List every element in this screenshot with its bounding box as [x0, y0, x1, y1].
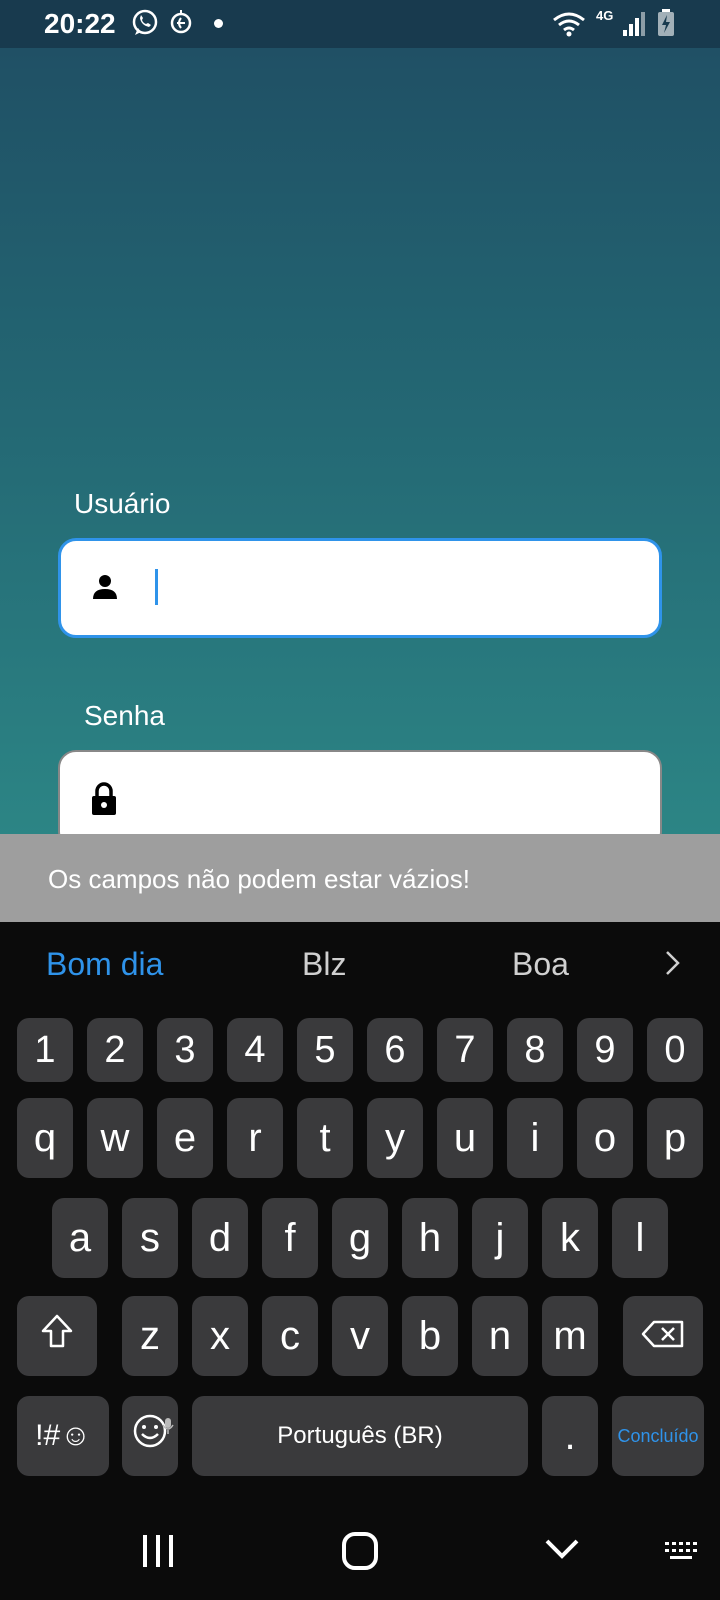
login-screen: 20:22 4G Usuário Senha: [0, 0, 720, 850]
key-w[interactable]: w: [87, 1098, 143, 1178]
signal-icon: [622, 10, 646, 43]
key-7[interactable]: 7: [437, 1018, 493, 1082]
password-label: Senha: [84, 700, 165, 731]
key-s[interactable]: s: [122, 1198, 178, 1278]
key-v[interactable]: v: [332, 1296, 388, 1376]
key-6[interactable]: 6: [367, 1018, 423, 1082]
key-n[interactable]: n: [472, 1296, 528, 1376]
key-m[interactable]: m: [542, 1296, 598, 1376]
keyboard: Bom dia Blz Boa 1 2 3 4 5 6 7 8 9 0 q w …: [0, 922, 720, 1502]
user-label: Usuário: [74, 488, 171, 519]
shift-key[interactable]: [17, 1296, 97, 1376]
key-k[interactable]: k: [542, 1198, 598, 1278]
key-z[interactable]: z: [122, 1296, 178, 1376]
lock-icon: [90, 782, 118, 821]
key-c[interactable]: c: [262, 1296, 318, 1376]
period-key[interactable]: .: [542, 1396, 598, 1476]
done-key[interactable]: Concluído: [612, 1396, 704, 1476]
shift-icon: [40, 1313, 74, 1359]
key-g[interactable]: g: [332, 1198, 388, 1278]
key-3[interactable]: 3: [157, 1018, 213, 1082]
hide-keyboard-icon[interactable]: [544, 1538, 580, 1565]
text-cursor: [155, 569, 158, 605]
vpn-globe-icon: [168, 8, 194, 43]
key-a[interactable]: a: [52, 1198, 108, 1278]
space-key[interactable]: Português (BR): [192, 1396, 528, 1476]
backspace-icon: [640, 1314, 686, 1359]
key-o[interactable]: o: [577, 1098, 633, 1178]
status-time: 20:22: [44, 8, 116, 39]
whatsapp-icon: [130, 8, 160, 43]
suggestion-1[interactable]: Bom dia: [46, 946, 163, 983]
key-d[interactable]: d: [192, 1198, 248, 1278]
key-8[interactable]: 8: [507, 1018, 563, 1082]
key-j[interactable]: j: [472, 1198, 528, 1278]
key-5[interactable]: 5: [297, 1018, 353, 1082]
key-9[interactable]: 9: [577, 1018, 633, 1082]
key-t[interactable]: t: [297, 1098, 353, 1178]
symbols-key[interactable]: !#☺: [17, 1396, 109, 1476]
notification-dot: [214, 19, 223, 28]
key-e[interactable]: e: [157, 1098, 213, 1178]
user-input[interactable]: [58, 538, 662, 638]
key-q[interactable]: q: [17, 1098, 73, 1178]
keyboard-switch-icon[interactable]: [664, 1540, 698, 1569]
suggestion-3[interactable]: Boa: [512, 946, 569, 983]
key-u[interactable]: u: [437, 1098, 493, 1178]
key-f[interactable]: f: [262, 1198, 318, 1278]
key-i[interactable]: i: [507, 1098, 563, 1178]
key-b[interactable]: b: [402, 1296, 458, 1376]
key-0[interactable]: 0: [647, 1018, 703, 1082]
key-l[interactable]: l: [612, 1198, 668, 1278]
recents-icon[interactable]: [140, 1534, 176, 1573]
snackbar: Os campos não podem estar vázios!: [0, 834, 720, 922]
microphone-icon: [162, 1400, 174, 1445]
person-icon: [91, 573, 119, 606]
snackbar-message: Os campos não podem estar vázios!: [48, 864, 470, 894]
key-y[interactable]: y: [367, 1098, 423, 1178]
suggestion-2[interactable]: Blz: [302, 946, 346, 983]
emoji-key[interactable]: [122, 1396, 178, 1476]
network-type: 4G: [596, 8, 614, 23]
battery-charging-icon: [656, 8, 676, 43]
key-p[interactable]: p: [647, 1098, 703, 1178]
key-1[interactable]: 1: [17, 1018, 73, 1082]
wifi-icon: [552, 10, 586, 43]
key-x[interactable]: x: [192, 1296, 248, 1376]
chevron-right-icon[interactable]: [664, 948, 682, 983]
backspace-key[interactable]: [623, 1296, 703, 1376]
key-r[interactable]: r: [227, 1098, 283, 1178]
navigation-bar: [0, 1502, 720, 1600]
key-4[interactable]: 4: [227, 1018, 283, 1082]
home-icon[interactable]: [342, 1532, 378, 1575]
key-2[interactable]: 2: [87, 1018, 143, 1082]
key-h[interactable]: h: [402, 1198, 458, 1278]
status-bar: 20:22 4G: [0, 0, 720, 48]
